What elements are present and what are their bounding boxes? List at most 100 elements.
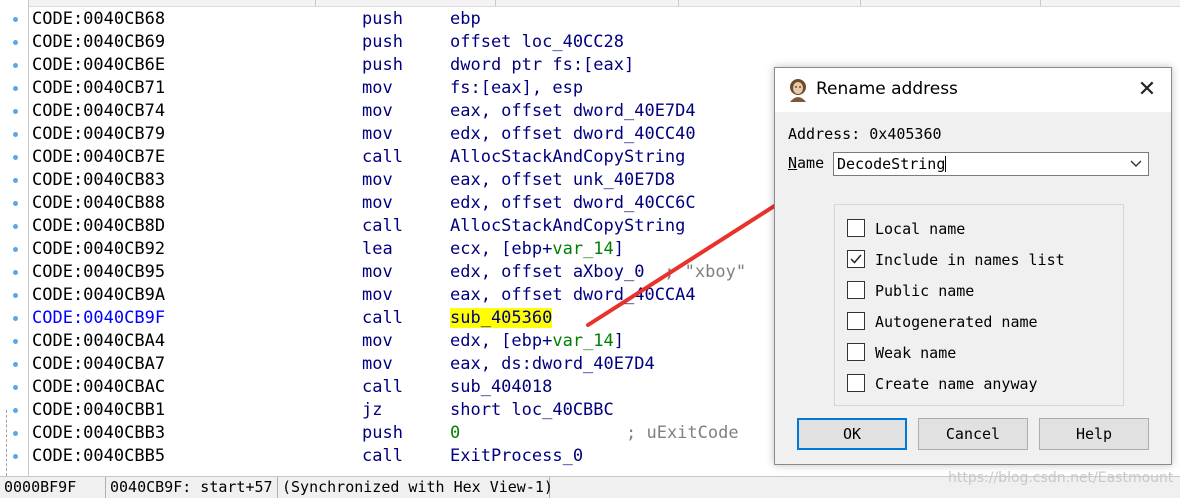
instruction-address[interactable]: CODE:0040CBAC: [32, 376, 165, 399]
instruction-operands[interactable]: ExitProcess_0: [450, 445, 583, 468]
help-button[interactable]: Help: [1039, 418, 1149, 450]
instruction-address[interactable]: CODE:0040CB88: [32, 192, 165, 215]
instruction-operands[interactable]: eax, offset dword_40CCA4: [450, 284, 696, 307]
ok-button[interactable]: OK: [797, 418, 907, 450]
operand-text[interactable]: dword ptr fs:[eax]: [450, 55, 634, 75]
operand-text[interactable]: edx, offset dword_40CC40: [450, 124, 696, 144]
listing-row[interactable]: CODE:0040CB69 push offset loc_40CC28: [32, 31, 892, 54]
listing-row[interactable]: CODE:0040CB74 mov eax, offset dword_40E7D4: [32, 100, 892, 123]
instruction-operands[interactable]: sub_405360: [450, 307, 553, 330]
listing-row[interactable]: CODE:0040CBB1 jz short loc_40CBBC: [32, 399, 892, 422]
operand-text[interactable]: ExitProcess_0: [450, 446, 583, 466]
operand-text[interactable]: eax, ds:dword_40E7D4: [450, 354, 655, 374]
disassembly-listing[interactable]: CODE:0040CB68 push ebp CODE:0040CB69 push off…: [32, 8, 892, 468]
instruction-operands[interactable]: short loc_40CBBC: [450, 399, 614, 422]
checkbox-checked[interactable]: [847, 250, 865, 268]
highlighted-operand[interactable]: sub_405360: [450, 308, 553, 328]
listing-row[interactable]: CODE:0040CB9A mov eax, offset dword_40CCA4: [32, 284, 892, 307]
instruction-address[interactable]: CODE:0040CB6E: [32, 54, 165, 77]
operand-variable[interactable]: var_14: [552, 239, 613, 259]
instruction-address[interactable]: CODE:0040CBB3: [32, 422, 165, 445]
instruction-operands[interactable]: fs:[eax], esp: [450, 77, 583, 100]
instruction-operands[interactable]: sub_404018: [450, 376, 552, 399]
instruction-mnemonic[interactable]: push: [362, 422, 403, 445]
checkbox-unchecked[interactable]: [847, 374, 865, 392]
instruction-address[interactable]: CODE:0040CB79: [32, 123, 165, 146]
instruction-address[interactable]: CODE:0040CB9A: [32, 284, 165, 307]
instruction-mnemonic[interactable]: mov: [362, 169, 393, 192]
chevron-down-icon[interactable]: [1127, 153, 1145, 175]
instruction-address[interactable]: CODE:0040CB74: [32, 100, 165, 123]
listing-row[interactable]: CODE:0040CBB3 push 0 ; uExitCode: [32, 422, 892, 445]
listing-row[interactable]: CODE:0040CB68 push ebp: [32, 8, 892, 31]
instruction-address[interactable]: CODE:0040CB8D: [32, 215, 165, 238]
option-label[interactable]: Create name anyway: [875, 373, 1038, 395]
listing-row[interactable]: CODE:0040CB8D call AllocStackAndCopyString: [32, 215, 892, 238]
option-label[interactable]: Local name: [875, 218, 965, 240]
instruction-mnemonic[interactable]: mov: [362, 192, 393, 215]
instruction-operands[interactable]: dword ptr fs:[eax]: [450, 54, 634, 77]
operand-text[interactable]: eax, offset unk_40E7D8: [450, 170, 675, 190]
instruction-mnemonic[interactable]: push: [362, 54, 403, 77]
instruction-mnemonic[interactable]: call: [362, 376, 403, 399]
listing-row[interactable]: CODE:0040CB83 mov eax, offset unk_40E7D8: [32, 169, 892, 192]
instruction-address[interactable]: CODE:0040CB9F: [32, 307, 165, 330]
instruction-operands[interactable]: edx, offset aXboy_0: [450, 261, 644, 284]
operand-text[interactable]: eax, offset dword_40E7D4: [450, 101, 696, 121]
instruction-mnemonic[interactable]: call: [362, 215, 403, 238]
instruction-operands[interactable]: ebp: [450, 8, 481, 31]
listing-row[interactable]: CODE:0040CB9F call sub_405360: [32, 307, 892, 330]
name-input[interactable]: DecodeString: [837, 154, 947, 174]
instruction-operands[interactable]: 0: [450, 422, 460, 445]
operand-text[interactable]: 0: [450, 423, 460, 443]
listing-row[interactable]: CODE:0040CB79 mov edx, offset dword_40CC40: [32, 123, 892, 146]
instruction-mnemonic[interactable]: lea: [362, 238, 393, 261]
instruction-address[interactable]: CODE:0040CB69: [32, 31, 165, 54]
checkbox-unchecked[interactable]: [847, 281, 865, 299]
listing-row[interactable]: CODE:0040CB7E call AllocStackAndCopyString: [32, 146, 892, 169]
listing-row[interactable]: CODE:0040CB6E push dword ptr fs:[eax]: [32, 54, 892, 77]
listing-row[interactable]: CODE:0040CBB5 call ExitProcess_0: [32, 445, 892, 468]
instruction-mnemonic[interactable]: push: [362, 31, 403, 54]
instruction-mnemonic[interactable]: push: [362, 8, 403, 31]
dialog-titlebar[interactable]: Rename address ✕: [775, 68, 1171, 112]
instruction-address[interactable]: CODE:0040CB95: [32, 261, 165, 284]
listing-row[interactable]: CODE:0040CBAC call sub_404018: [32, 376, 892, 399]
checkbox-unchecked[interactable]: [847, 312, 865, 330]
instruction-operands[interactable]: eax, offset dword_40E7D4: [450, 100, 696, 123]
instruction-address[interactable]: CODE:0040CB7E: [32, 146, 165, 169]
rename-address-dialog[interactable]: Rename address ✕ Address: 0x405360 Name …: [774, 67, 1172, 465]
operand-text[interactable]: ]: [614, 239, 624, 259]
operand-text[interactable]: ecx, [ebp+: [450, 239, 552, 259]
instruction-mnemonic[interactable]: mov: [362, 123, 393, 146]
operand-text[interactable]: offset loc_40CC28: [450, 32, 624, 52]
instruction-mnemonic[interactable]: mov: [362, 330, 393, 353]
instruction-operands[interactable]: edx, [ebp+var_14]: [450, 330, 624, 353]
operand-text[interactable]: short loc_40CBBC: [450, 400, 614, 420]
instruction-mnemonic[interactable]: mov: [362, 284, 393, 307]
instruction-mnemonic[interactable]: call: [362, 445, 403, 468]
option-label[interactable]: Public name: [875, 280, 974, 302]
instruction-address[interactable]: CODE:0040CBA4: [32, 330, 165, 353]
operand-text[interactable]: ebp: [450, 9, 481, 29]
instruction-address[interactable]: CODE:0040CB68: [32, 8, 165, 31]
instruction-operands[interactable]: AllocStackAndCopyString: [450, 215, 685, 238]
instruction-address[interactable]: CODE:0040CB92: [32, 238, 165, 261]
instruction-mnemonic[interactable]: mov: [362, 100, 393, 123]
instruction-operands[interactable]: AllocStackAndCopyString: [450, 146, 685, 169]
instruction-mnemonic[interactable]: call: [362, 146, 403, 169]
instruction-address[interactable]: CODE:0040CB83: [32, 169, 165, 192]
operand-text[interactable]: sub_404018: [450, 377, 552, 397]
name-combobox[interactable]: DecodeString: [833, 152, 1149, 176]
operand-text[interactable]: ]: [614, 331, 624, 351]
checkbox-unchecked[interactable]: [847, 343, 865, 361]
listing-row[interactable]: CODE:0040CB71 mov fs:[eax], esp: [32, 77, 892, 100]
operand-text[interactable]: edx, [ebp+: [450, 331, 552, 351]
instruction-address[interactable]: CODE:0040CBB1: [32, 399, 165, 422]
option-label[interactable]: Include in names list: [875, 249, 1065, 271]
operand-text[interactable]: AllocStackAndCopyString: [450, 147, 685, 167]
listing-row[interactable]: CODE:0040CB92 lea ecx, [ebp+var_14]: [32, 238, 892, 261]
cancel-button[interactable]: Cancel: [918, 418, 1028, 450]
instruction-operands[interactable]: offset loc_40CC28: [450, 31, 624, 54]
instruction-mnemonic[interactable]: call: [362, 307, 403, 330]
